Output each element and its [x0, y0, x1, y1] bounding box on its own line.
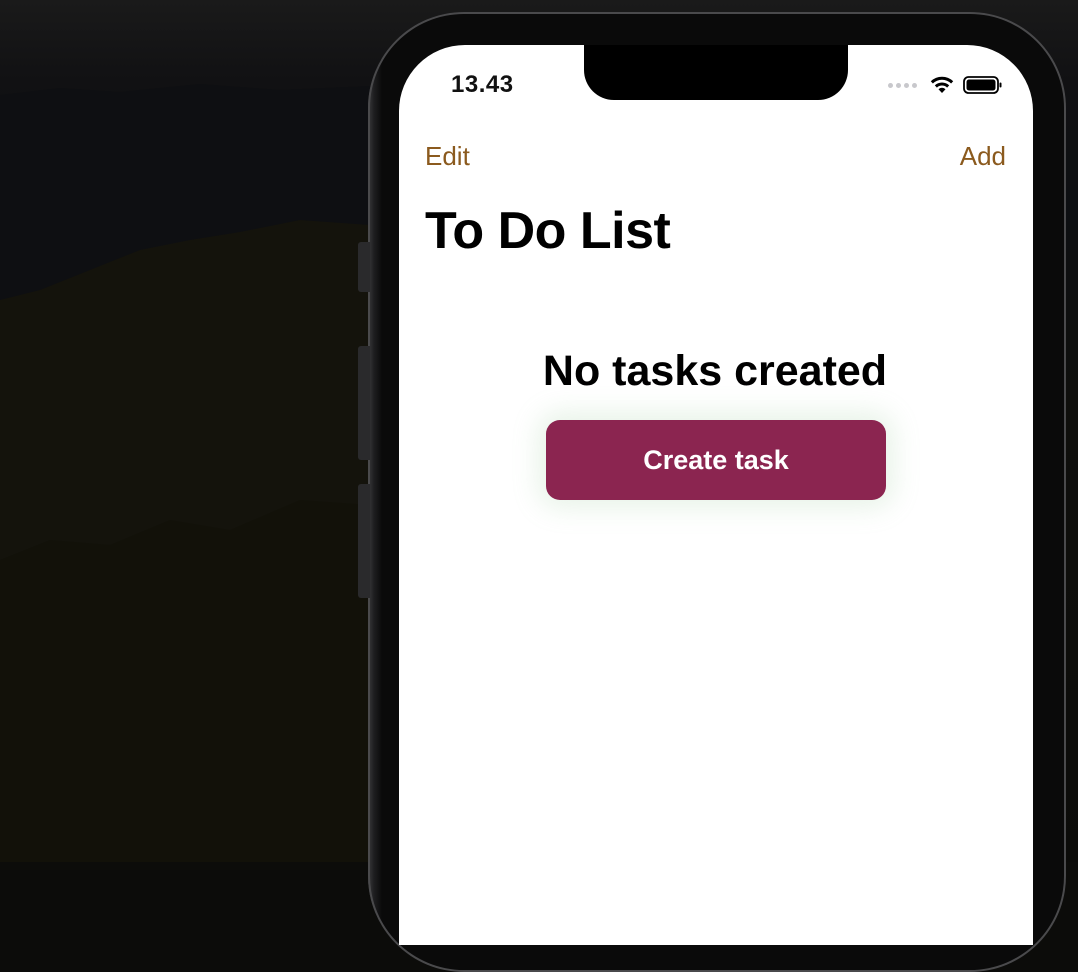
phone-silent-switch	[358, 242, 370, 292]
status-time: 13.43	[451, 71, 514, 98]
phone-volume-up-button	[358, 346, 370, 460]
signal-dots-icon	[888, 82, 917, 88]
battery-icon	[963, 76, 1002, 94]
phone-screen: 13.43 Edit Add To Do List No tasks creat…	[399, 45, 1033, 945]
edit-button[interactable]: Edit	[425, 141, 470, 172]
page-title: To Do List	[425, 202, 671, 260]
empty-state-message: No tasks created	[542, 347, 888, 395]
empty-state: No tasks created	[399, 347, 1033, 396]
phone-volume-down-button	[358, 484, 370, 598]
add-button[interactable]: Add	[960, 141, 1006, 172]
create-task-button[interactable]: Create task	[546, 420, 886, 500]
phone-notch	[584, 45, 848, 100]
wifi-icon	[930, 76, 954, 93]
create-task-button-label: Create task	[643, 444, 789, 475]
status-icons	[888, 73, 1003, 97]
